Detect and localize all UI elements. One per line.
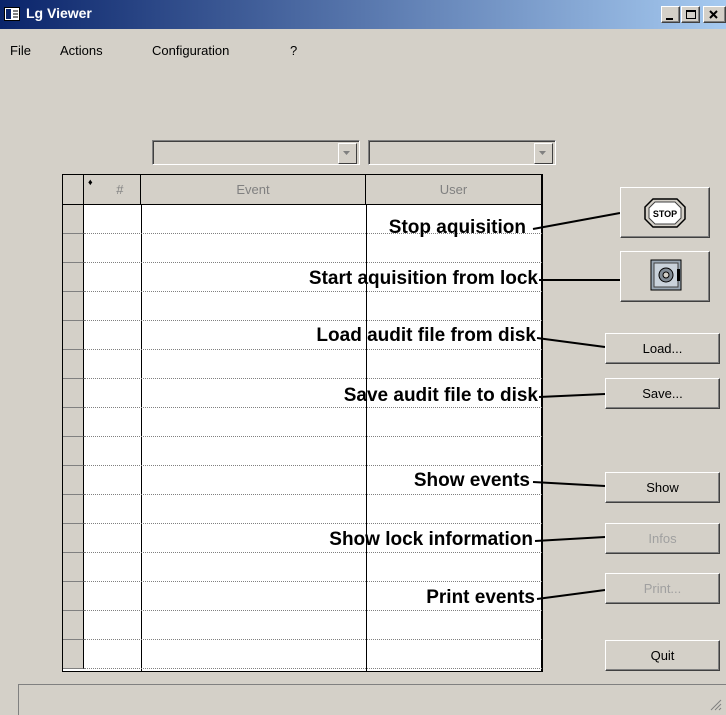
filter-combo-1[interactable]	[152, 140, 360, 165]
maximize-icon	[686, 10, 696, 19]
status-bar	[18, 684, 726, 715]
close-icon	[709, 10, 718, 19]
table-row[interactable]	[84, 668, 542, 669]
table-row[interactable]	[84, 494, 542, 495]
dropdown-button[interactable]	[534, 143, 553, 164]
row-header[interactable]	[63, 437, 84, 466]
callout-print: Print events	[426, 587, 535, 608]
table-row[interactable]	[84, 291, 542, 292]
show-button-label: Show	[646, 480, 679, 495]
table-row[interactable]	[84, 523, 542, 524]
row-header[interactable]	[63, 495, 84, 524]
callout-load: Load audit file from disk	[316, 325, 536, 346]
print-button-label: Print...	[643, 581, 682, 596]
menu-help[interactable]: ?	[290, 43, 297, 58]
title-bar[interactable]: Lg Viewer	[0, 0, 726, 29]
column-header-user-label: User	[439, 182, 468, 197]
table-row[interactable]	[84, 349, 542, 350]
row-header[interactable]	[63, 611, 84, 640]
callout-stop: Stop aquisition	[388, 217, 526, 238]
callout-infos: Show lock information	[329, 529, 533, 550]
row-header[interactable]	[63, 466, 84, 495]
load-button[interactable]: Load...	[605, 333, 720, 364]
callout-show: Show events	[413, 470, 530, 491]
menu-configuration[interactable]: Configuration	[152, 43, 229, 58]
show-button[interactable]: Show	[605, 472, 720, 503]
menu-actions-label: Actions	[60, 43, 103, 58]
safe-icon	[650, 259, 682, 291]
print-button[interactable]: Print...	[605, 573, 720, 604]
minimize-button[interactable]	[661, 6, 680, 23]
row-header[interactable]	[63, 640, 84, 669]
close-button[interactable]	[703, 6, 726, 23]
table-row[interactable]	[84, 262, 542, 263]
table-row[interactable]	[84, 378, 542, 379]
table-row[interactable]	[84, 581, 542, 582]
callout-start: Start aquisition from lock	[308, 268, 538, 289]
callout-save: Save audit file to disk	[343, 385, 538, 406]
menu-file[interactable]: File	[10, 43, 31, 58]
maximize-button[interactable]	[681, 6, 700, 23]
dropdown-button[interactable]	[338, 143, 357, 164]
row-header[interactable]	[63, 263, 84, 292]
row-header[interactable]	[63, 234, 84, 263]
row-header[interactable]	[63, 582, 84, 611]
row-header[interactable]	[63, 408, 84, 437]
app-icon	[4, 7, 20, 21]
grid-right-edge	[542, 175, 543, 205]
stop-sign-label: STOP	[653, 209, 677, 219]
column-header-user[interactable]: User	[366, 175, 542, 205]
resize-grip-icon[interactable]	[710, 699, 722, 711]
table-row[interactable]	[84, 407, 542, 408]
table-row[interactable]	[84, 552, 542, 553]
filter-combo-2[interactable]	[368, 140, 556, 165]
window-title: Lg Viewer	[26, 5, 92, 21]
save-button[interactable]: Save...	[605, 378, 720, 409]
table-row[interactable]	[84, 320, 542, 321]
row-header[interactable]	[63, 205, 84, 234]
table-row[interactable]	[84, 465, 542, 466]
table-row[interactable]	[84, 639, 542, 640]
chevron-down-icon	[539, 151, 546, 155]
stop-sign-icon: STOP	[644, 198, 686, 228]
infos-button-label: Infos	[648, 531, 677, 546]
column-header-event[interactable]: Event	[141, 175, 366, 205]
sort-icon: ♦	[88, 177, 93, 187]
table-row[interactable]	[84, 436, 542, 437]
row-header[interactable]	[63, 350, 84, 379]
column-header-number-label: #	[116, 182, 124, 197]
grid-column-divider	[541, 205, 542, 671]
table-row[interactable]	[84, 610, 542, 611]
row-header[interactable]	[63, 292, 84, 321]
menu-file-label: File	[10, 43, 31, 58]
minimize-icon	[666, 18, 673, 20]
column-header-number[interactable]: ♦ #	[84, 175, 141, 205]
save-button-label: Save...	[642, 386, 683, 401]
row-header[interactable]	[63, 321, 84, 350]
row-header[interactable]	[63, 553, 84, 582]
infos-button[interactable]: Infos	[605, 523, 720, 554]
start-acquisition-button[interactable]	[620, 251, 710, 302]
menu-help-label: ?	[290, 43, 298, 58]
grid-corner	[63, 175, 84, 205]
quit-button[interactable]: Quit	[605, 640, 720, 671]
quit-button-label: Quit	[650, 648, 675, 663]
grid-column-divider	[141, 205, 142, 671]
menu-actions[interactable]: Actions	[60, 43, 103, 58]
stop-acquisition-button[interactable]: STOP	[620, 187, 710, 238]
chevron-down-icon	[343, 151, 350, 155]
column-header-event-label: Event	[236, 182, 270, 197]
load-button-label: Load...	[642, 341, 683, 356]
row-header[interactable]	[63, 524, 84, 553]
menu-configuration-label: Configuration	[152, 43, 230, 58]
row-header[interactable]	[63, 379, 84, 408]
